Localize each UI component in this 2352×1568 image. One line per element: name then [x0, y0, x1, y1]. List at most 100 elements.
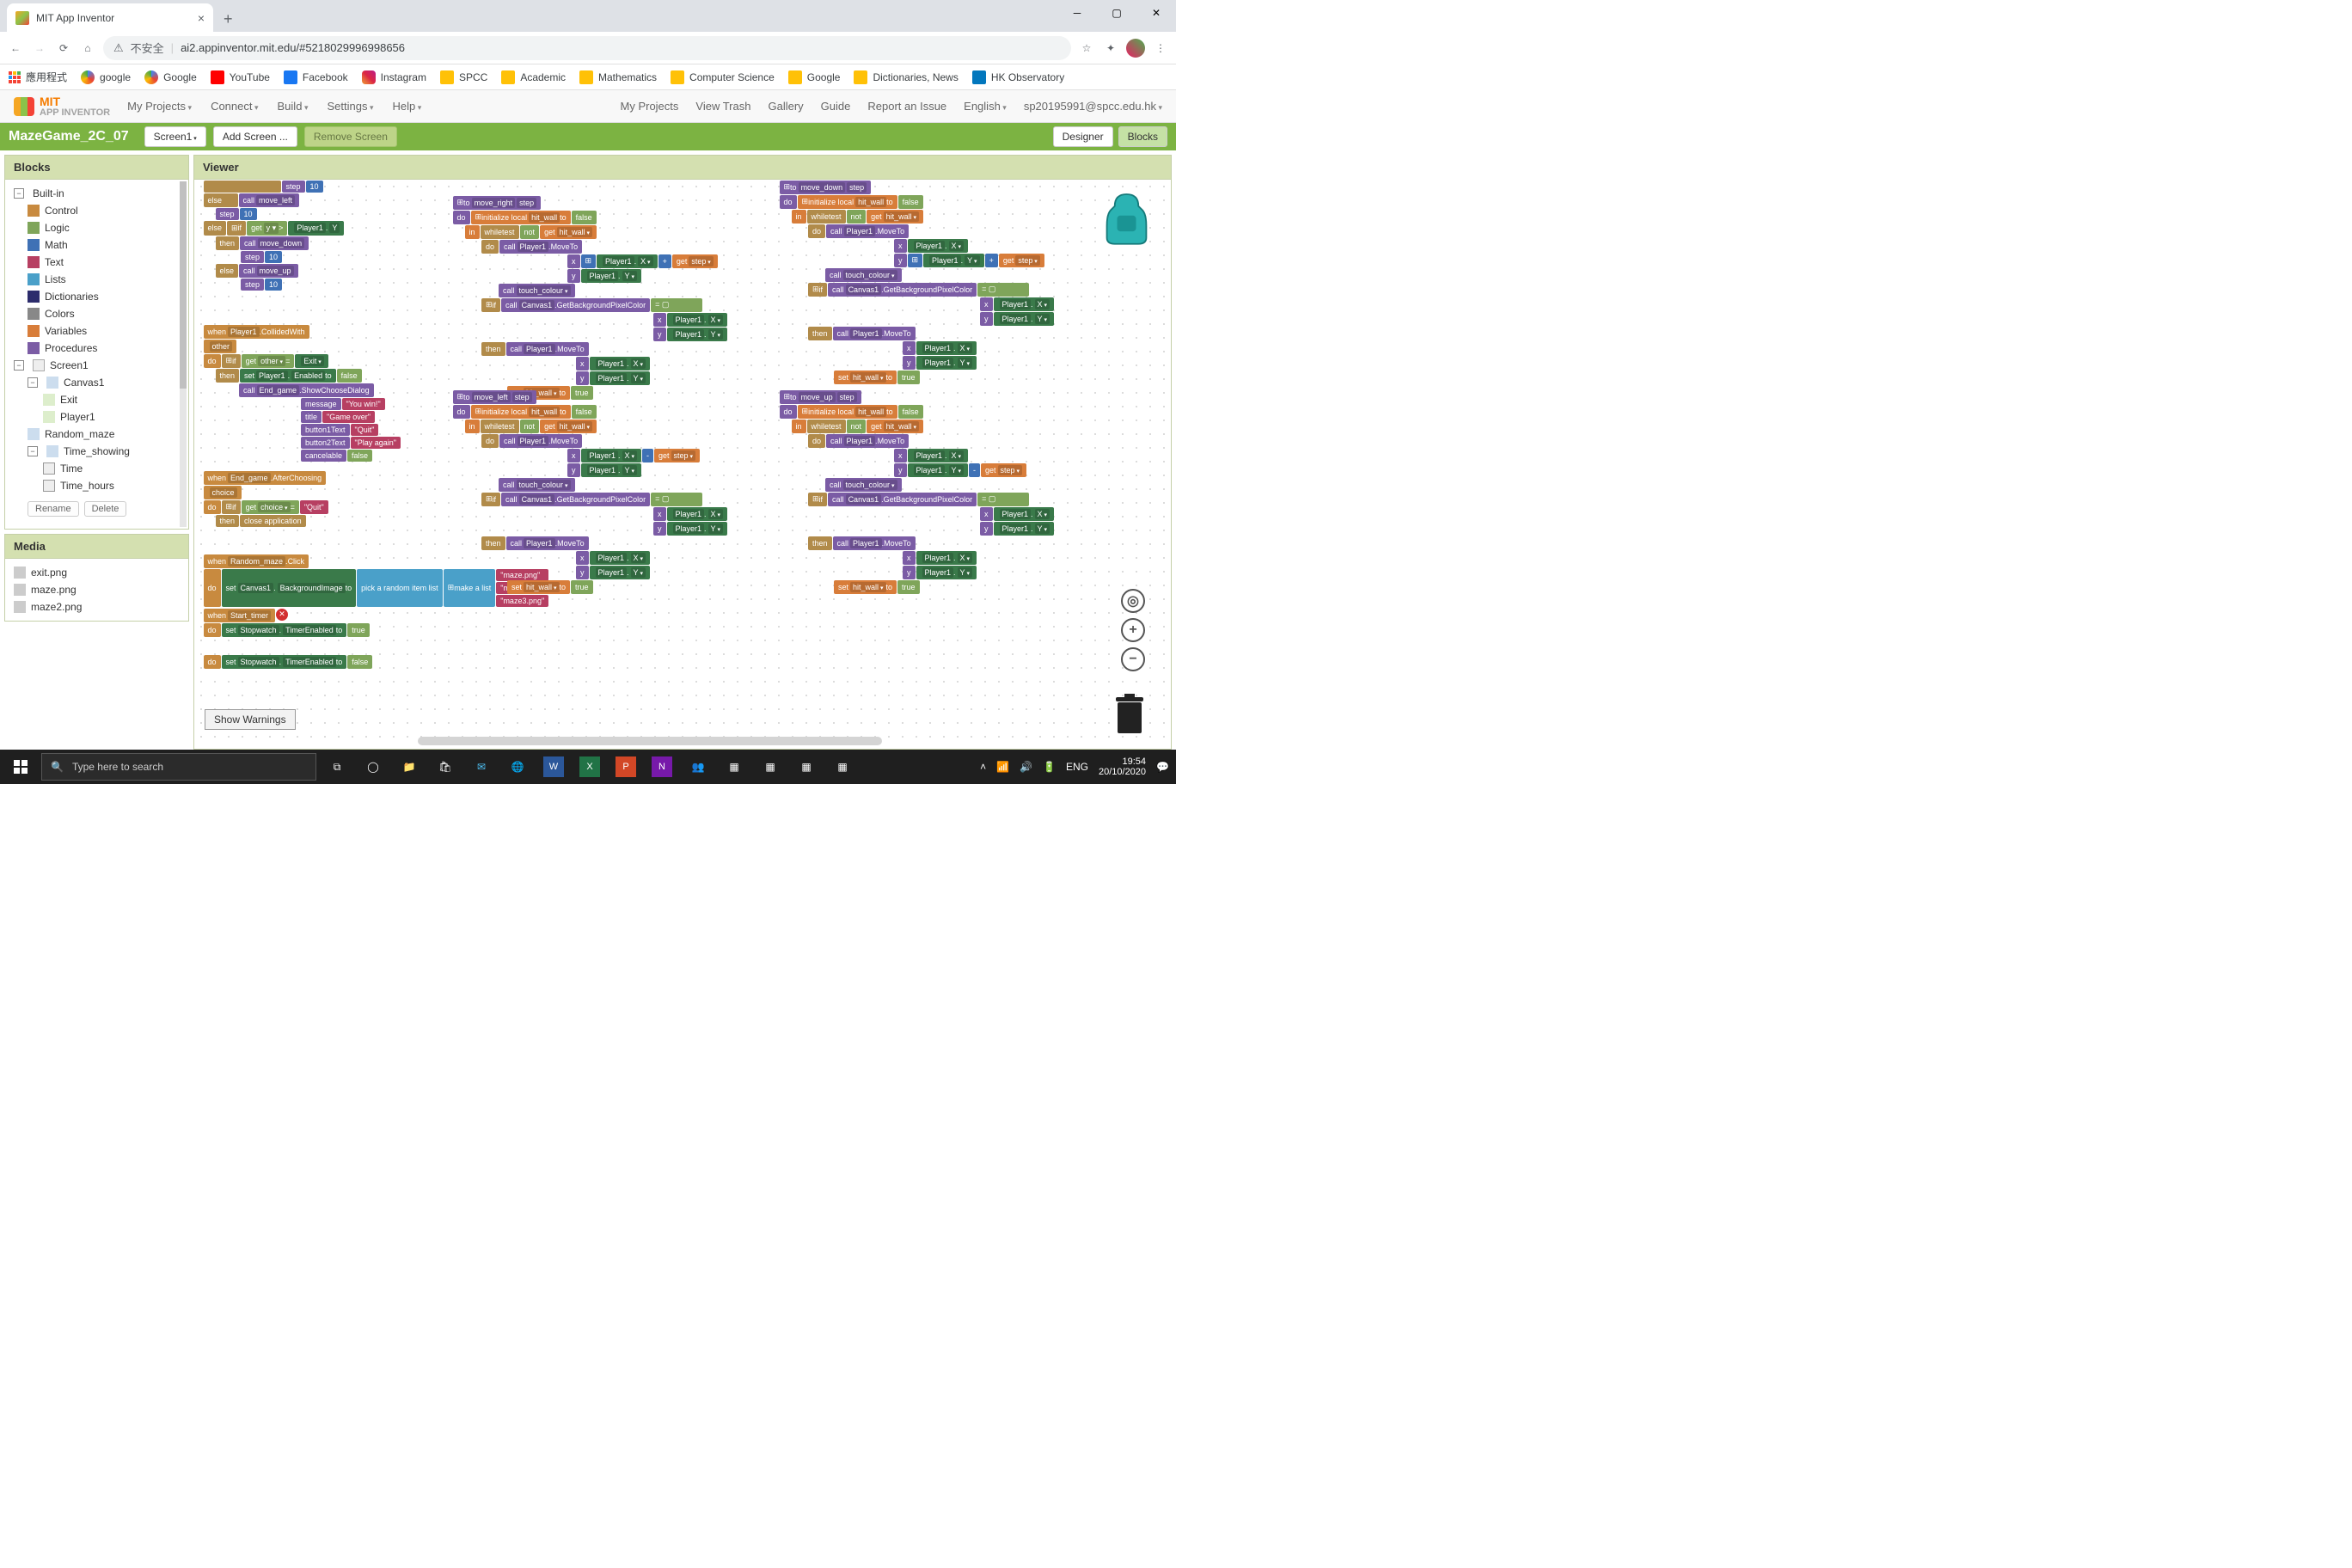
minimize-button[interactable]: ─ [1057, 0, 1097, 26]
bookmark-folder[interactable]: Academic [501, 70, 566, 84]
star-icon[interactable]: ☆ [1078, 40, 1095, 57]
bookmark-item[interactable]: google [81, 70, 131, 84]
app-icon[interactable]: ▦ [789, 750, 824, 784]
start-button[interactable] [0, 760, 41, 774]
menu-settings[interactable]: Settings [327, 100, 373, 113]
zoom-target-button[interactable]: ◎ [1121, 589, 1145, 613]
forward-button[interactable]: → [31, 40, 48, 57]
bookmark-folder[interactable]: Mathematics [579, 70, 657, 84]
menu-language[interactable]: English [964, 100, 1007, 113]
tree-time-hours[interactable]: Time_hours [9, 477, 185, 494]
menu-help[interactable]: Help [392, 100, 421, 113]
block-afterchoosing[interactable]: when End_game.AfterChoosing choice do⊞ i… [203, 470, 328, 527]
media-file[interactable]: exit.png [14, 564, 180, 581]
tray-chevron-icon[interactable]: ˄ [980, 761, 986, 773]
app-icon[interactable]: ▦ [753, 750, 787, 784]
scrollbar[interactable] [180, 181, 187, 527]
bookmark-item[interactable]: Google [144, 70, 197, 84]
home-button[interactable]: ⌂ [79, 40, 96, 57]
close-tab-icon[interactable]: × [198, 11, 205, 25]
tree-time[interactable]: Time [9, 460, 185, 477]
trash-icon[interactable] [1114, 694, 1145, 735]
bookmark-folder[interactable]: Computer Science [671, 70, 775, 84]
chrome-icon[interactable]: 🌐 [500, 750, 535, 784]
cat-colors[interactable]: Colors [9, 305, 185, 322]
block-move-up[interactable]: ⊞ to move_up step do⊞ initialize local h… [779, 389, 1055, 594]
media-file[interactable]: maze2.png [14, 598, 180, 616]
bookmark-folder[interactable]: Dictionaries, News [854, 70, 958, 84]
bookmark-item[interactable]: YouTube [211, 70, 270, 84]
block-move-down[interactable]: ⊞ to move_down step do⊞ initialize local… [779, 180, 1055, 384]
zoom-in-button[interactable]: + [1121, 618, 1145, 642]
link-report-issue[interactable]: Report an Issue [867, 100, 946, 113]
close-window-button[interactable]: ✕ [1136, 0, 1176, 26]
blocks-tab[interactable]: Blocks [1118, 126, 1167, 147]
screen-select[interactable]: Screen1 [144, 126, 206, 147]
rename-button[interactable]: Rename [28, 501, 79, 517]
block-start-timer[interactable]: when Start_timer✕ doset Stopwatch.TimerE… [203, 608, 370, 637]
link-gallery[interactable]: Gallery [768, 100, 803, 113]
new-tab-button[interactable]: + [220, 7, 236, 32]
tree-screen1[interactable]: −Screen1 [9, 357, 185, 374]
apps-shortcut[interactable]: 應用程式 [9, 70, 67, 84]
link-guide[interactable]: Guide [821, 100, 851, 113]
bookmark-folder[interactable]: Google [788, 70, 841, 84]
taskbar-clock[interactable]: 19:54 20/10/2020 [1099, 756, 1146, 777]
language-indicator[interactable]: ENG [1066, 761, 1088, 773]
cat-lists[interactable]: Lists [9, 271, 185, 288]
menu-connect[interactable]: Connect [211, 100, 258, 113]
delete-button[interactable]: Delete [84, 501, 127, 517]
tree-player1[interactable]: Player1 [9, 408, 185, 426]
cat-text[interactable]: Text [9, 254, 185, 271]
block-collidedwith[interactable]: when Player1.CollidedWith other do⊞ ifge… [203, 324, 401, 462]
mit-logo[interactable]: MITAPP INVENTOR [14, 95, 110, 118]
teams-icon[interactable]: 👥 [681, 750, 715, 784]
store-icon[interactable]: 🛍 [428, 750, 462, 784]
block-move-left[interactable]: ⊞ to move_left step do⊞ initialize local… [452, 389, 728, 594]
mail-icon[interactable]: ✉ [464, 750, 499, 784]
block-set-timer-false[interactable]: doset Stopwatch.TimerEnabled tofalse [203, 654, 373, 669]
address-bar[interactable]: ⚠ 不安全 | ai2.appinventor.mit.edu/#5218029… [103, 36, 1071, 60]
menu-account[interactable]: sp20195991@spcc.edu.hk [1024, 100, 1162, 113]
blocks-workspace[interactable]: step10 elsecall move_left step10 else⊞ i… [194, 180, 1171, 749]
extensions-icon[interactable]: ✦ [1102, 40, 1119, 57]
block-stack[interactable]: step10 elsecall move_left step10 else⊞ i… [203, 180, 345, 291]
horizontal-scrollbar[interactable] [418, 737, 882, 745]
wifi-icon[interactable]: 📶 [996, 761, 1009, 773]
add-screen-button[interactable]: Add Screen ... [213, 126, 297, 147]
cat-dictionaries[interactable]: Dictionaries [9, 288, 185, 305]
back-button[interactable]: ← [7, 40, 24, 57]
profile-avatar[interactable] [1126, 39, 1145, 58]
app-icon[interactable]: ▦ [717, 750, 751, 784]
file-explorer-icon[interactable]: 📁 [392, 750, 426, 784]
designer-tab[interactable]: Designer [1053, 126, 1113, 147]
browser-tab[interactable]: MIT App Inventor × [7, 3, 213, 32]
media-file[interactable]: maze.png [14, 581, 180, 598]
cat-control[interactable]: Control [9, 202, 185, 219]
remove-screen-button[interactable]: Remove Screen [304, 126, 397, 147]
bookmark-item[interactable]: Facebook [284, 70, 348, 84]
zoom-out-button[interactable]: − [1121, 647, 1145, 671]
link-my-projects[interactable]: My Projects [621, 100, 679, 113]
app-icon[interactable]: ▦ [825, 750, 860, 784]
cat-logic[interactable]: Logic [9, 219, 185, 236]
menu-icon[interactable]: ⋮ [1152, 40, 1169, 57]
powerpoint-icon[interactable]: P [616, 756, 636, 777]
maximize-button[interactable]: ▢ [1097, 0, 1136, 26]
volume-icon[interactable]: 🔊 [1020, 761, 1032, 773]
taskbar-search[interactable]: 🔍 Type here to search [41, 753, 316, 781]
bookmark-item[interactable]: HK Observatory [972, 70, 1064, 84]
cat-variables[interactable]: Variables [9, 322, 185, 340]
bookmark-folder[interactable]: SPCC [440, 70, 487, 84]
cortana-icon[interactable]: ◯ [356, 750, 390, 784]
excel-icon[interactable]: X [579, 756, 600, 777]
block-move-right[interactable]: ⊞ to move_right step do⊞ initialize loca… [452, 195, 728, 400]
show-warnings-button[interactable]: Show Warnings [205, 709, 296, 730]
tree-time-showing[interactable]: −Time_showing [9, 443, 185, 460]
task-view-icon[interactable]: ⧉ [320, 750, 354, 784]
tree-canvas1[interactable]: −Canvas1 [9, 374, 185, 391]
battery-icon[interactable]: 🔋 [1043, 761, 1056, 773]
backpack-icon[interactable] [1103, 190, 1150, 246]
menu-my-projects[interactable]: My Projects [127, 100, 192, 113]
onenote-icon[interactable]: N [652, 756, 672, 777]
